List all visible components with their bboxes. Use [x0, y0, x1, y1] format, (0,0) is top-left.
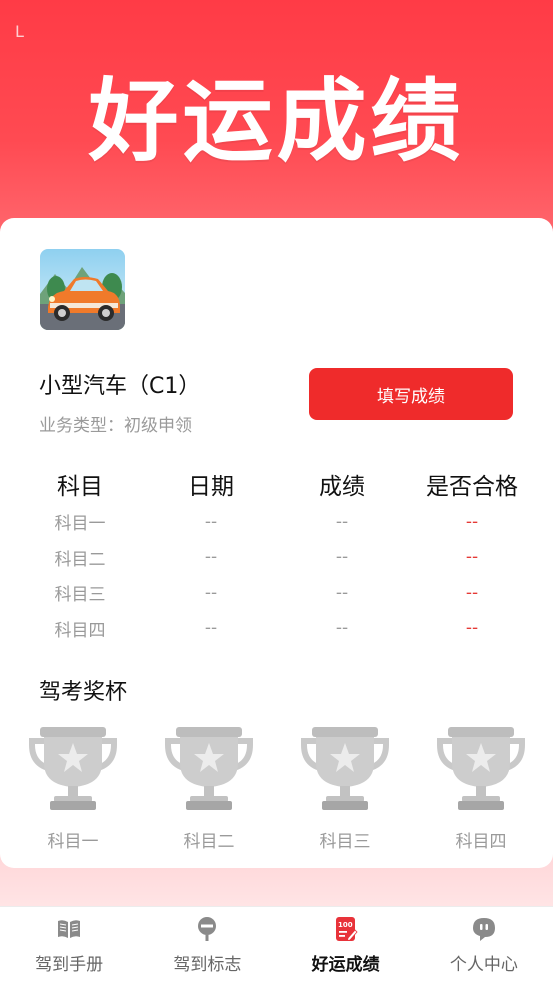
table-row: 科目二 -- -- --: [0, 540, 553, 576]
tab-signs[interactable]: 驾到标志: [138, 907, 276, 984]
hero-title: 好运成绩: [88, 69, 465, 174]
table-cell-pass: --: [465, 511, 479, 532]
trophy-item: 科目一: [28, 723, 118, 852]
car-illustration-icon: [40, 249, 125, 330]
table-cell-subject: 科目四: [54, 620, 106, 641]
chat-person-icon: [472, 918, 495, 941]
trophy-label: 科目四: [455, 832, 507, 852]
table-header-cell: 是否合格: [426, 474, 518, 500]
table-cell-pass: --: [465, 547, 479, 568]
trophy-icon: [29, 727, 117, 810]
table-row: 科目一 -- -- --: [0, 504, 553, 540]
table-cell-pass: --: [465, 618, 479, 639]
svg-text:100: 100: [338, 921, 353, 929]
scorecard-icon: 100: [335, 917, 358, 942]
table-cell-date: --: [204, 618, 218, 639]
trophy-label: 科目一: [47, 832, 99, 852]
tab-label: 个人中心: [449, 955, 518, 975]
sign-icon: [198, 917, 217, 941]
table-row: 科目四 -- -- --: [0, 611, 553, 647]
tab-manual[interactable]: 驾到手册: [0, 907, 138, 984]
trophy-item: 科目二: [164, 723, 254, 852]
table-row: 科目三 -- -- --: [0, 575, 553, 611]
table-header-row: 科目 日期 成绩 是否合格: [0, 464, 553, 504]
status-indicator: L: [15, 22, 24, 41]
bottom-tab-bar: 驾到手册 驾到标志 100 好运成绩 个人中心: [0, 906, 553, 984]
table-header-cell: 日期: [188, 474, 234, 500]
table-cell-score: --: [335, 547, 349, 568]
table-cell-date: --: [204, 582, 218, 603]
tab-label: 驾到手册: [35, 955, 104, 975]
trophy-list: 科目一 科目二 科目三 科目四: [0, 723, 553, 853]
table-cell-subject: 科目一: [54, 514, 106, 535]
vehicle-name: 小型汽车（C1）: [39, 374, 201, 399]
table-cell-pass: --: [465, 582, 479, 603]
trophy-icon: [165, 727, 253, 810]
tab-label: 好运成绩: [311, 955, 380, 975]
table-cell-date: --: [204, 547, 218, 568]
table-cell-score: --: [335, 618, 349, 639]
book-icon: [58, 920, 81, 938]
trophy-label: 科目二: [183, 832, 235, 852]
table-cell-subject: 科目二: [54, 549, 106, 570]
business-type: 业务类型：初级申领: [39, 416, 192, 436]
table-header-cell: 科目: [57, 474, 103, 500]
trophy-section-title: 驾考奖杯: [39, 680, 128, 705]
trophy-icon: [301, 727, 389, 810]
trophy-item: 科目四: [436, 723, 526, 852]
tab-profile[interactable]: 个人中心: [415, 907, 553, 984]
tab-scores[interactable]: 100 好运成绩: [277, 907, 415, 984]
tab-label: 驾到标志: [173, 955, 242, 975]
table-cell-score: --: [335, 511, 349, 532]
table-header-cell: 成绩: [319, 474, 365, 500]
table-cell-score: --: [335, 582, 349, 603]
fill-score-button[interactable]: 填写成绩: [309, 368, 513, 420]
trophy-icon: [437, 727, 525, 810]
car-thumbnail: [40, 249, 125, 330]
score-card: 小型汽车（C1） 业务类型：初级申领 填写成绩 科目 日期 成绩 是否合格 科目…: [0, 218, 553, 868]
score-table: 科目 日期 成绩 是否合格 科目一 -- -- -- 科目二 -- -- -- …: [0, 464, 553, 646]
table-cell-subject: 科目三: [54, 585, 106, 606]
trophy-item: 科目三: [300, 723, 390, 852]
trophy-label: 科目三: [319, 832, 371, 852]
table-cell-date: --: [204, 511, 218, 532]
